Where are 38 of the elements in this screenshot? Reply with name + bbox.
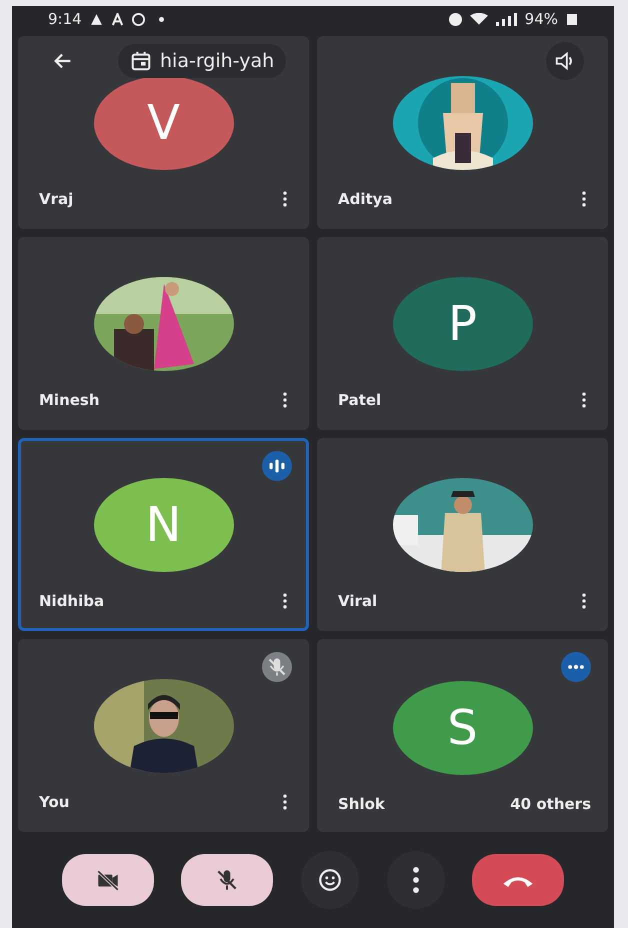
participant-tile[interactable]: Minesh [18,237,309,430]
signal-icon [496,12,517,26]
calendar-icon [130,50,152,72]
battery-icon [566,12,578,26]
participant-name: Aditya [338,190,393,208]
wifi-icon [470,13,488,25]
participant-name: Nidhiba [39,592,104,610]
more-vert-icon [412,867,419,893]
mic-off-icon [262,652,292,682]
meeting-code-button[interactable]: hia-rgih-yah [118,44,286,78]
status-time: 9:14 [48,10,82,28]
participant-name: Patel [338,391,382,409]
participant-name: Minesh [39,391,100,409]
chat-icon [132,12,145,26]
participant-name: Viral [338,592,378,610]
participant-tile[interactable]: Viral [317,438,608,631]
participant-name: You [39,793,70,811]
participant-name: Vraj [39,190,74,208]
participant-tile[interactable]: P Patel [317,237,608,430]
participant-tile[interactable]: N Nidhiba [18,438,309,631]
end-call-button[interactable] [472,854,564,906]
avatar: V [94,76,234,170]
audio-dots-icon [561,652,591,682]
mic-off-button[interactable] [181,854,274,906]
avatar: S [392,680,532,774]
audio-level-icon [262,451,292,481]
smiley-icon [316,867,343,893]
dot-icon [158,16,164,22]
avatar: N [94,478,234,572]
avatar: P [392,276,532,370]
camera-off-button[interactable] [62,854,154,906]
participant-name: Shlok [338,795,385,813]
others-count: 40 others [510,795,591,813]
letter-a-icon [110,12,124,26]
participant-tile[interactable]: You [18,639,309,832]
participant-tile[interactable]: S Shlok 40 others [317,639,608,832]
battery-level: 94% [524,10,558,28]
participant-tile[interactable]: Aditya [317,36,608,229]
